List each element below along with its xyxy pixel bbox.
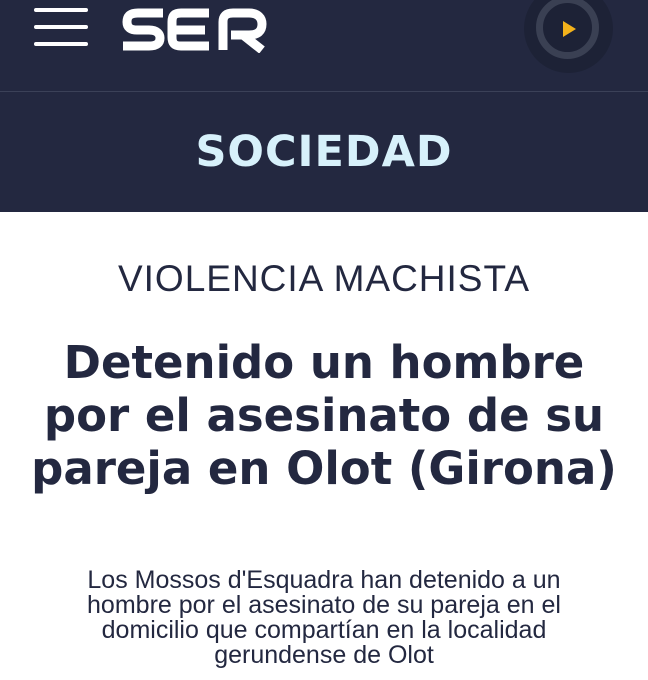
menu-line [34,8,88,12]
hamburger-menu-icon[interactable] [34,4,88,50]
play-icon [563,21,576,37]
article-summary: Los Mossos d'Esquadra han detenido a un … [87,566,561,669]
article-kicker[interactable]: VIOLENCIA MACHISTA [0,256,648,302]
ser-logo[interactable] [119,3,271,53]
menu-line [34,25,88,29]
play-radio-button[interactable] [524,0,613,73]
section-banner: SOCIEDAD [0,92,648,212]
section-title[interactable]: SOCIEDAD [0,125,648,179]
article-headline: Detenido un hombre por el asesinato de s… [31,336,617,495]
menu-line [34,42,88,46]
top-navigation-bar [0,0,648,91]
